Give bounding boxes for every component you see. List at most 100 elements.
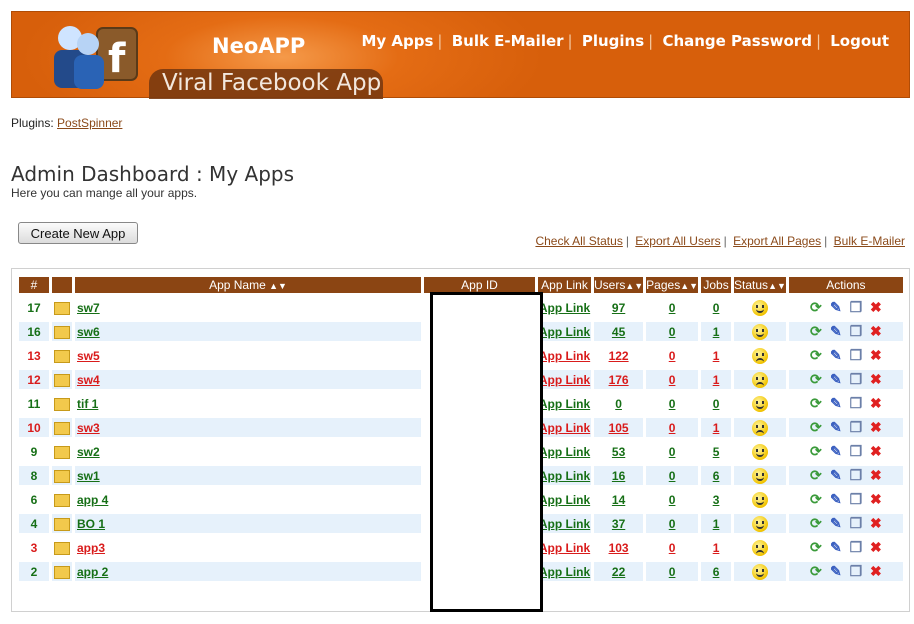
app-name-link[interactable]: sw3 (77, 421, 100, 435)
app-link[interactable]: App Link (539, 445, 590, 459)
plugin-postspinner-link[interactable]: PostSpinner (57, 116, 122, 130)
pages-count-link[interactable]: 0 (669, 469, 676, 483)
col-users[interactable]: Users▲▼ (594, 277, 644, 293)
folder-icon[interactable] (54, 301, 70, 315)
folder-icon[interactable] (54, 373, 70, 387)
users-count-link[interactable]: 16 (612, 469, 625, 483)
delete-icon[interactable]: ✖ (866, 323, 886, 340)
pages-count-link[interactable]: 0 (669, 541, 676, 555)
refresh-icon[interactable]: ⟳ (806, 539, 826, 556)
delete-icon[interactable]: ✖ (866, 395, 886, 412)
refresh-icon[interactable]: ⟳ (806, 299, 826, 316)
refresh-icon[interactable]: ⟳ (806, 419, 826, 436)
jobs-count-link[interactable]: 1 (713, 421, 720, 435)
pages-count-link[interactable]: 0 (669, 373, 676, 387)
users-count-link[interactable]: 122 (609, 349, 629, 363)
jobs-count-link[interactable]: 6 (713, 565, 720, 579)
app-link[interactable]: App Link (539, 397, 590, 411)
nav-plugins[interactable]: Plugins (582, 32, 644, 50)
app-name-link[interactable]: BO 1 (77, 517, 105, 531)
refresh-icon[interactable]: ⟳ (806, 443, 826, 460)
export-all-users-link[interactable]: Export All Users (635, 234, 720, 248)
jobs-count-link[interactable]: 0 (713, 397, 720, 411)
app-name-link[interactable]: app 2 (77, 565, 108, 579)
app-link[interactable]: App Link (539, 541, 590, 555)
app-link[interactable]: App Link (539, 301, 590, 315)
jobs-count-link[interactable]: 5 (713, 445, 720, 459)
col-app-name[interactable]: App Name ▲▼ (75, 277, 421, 293)
app-link[interactable]: App Link (539, 349, 590, 363)
edit-icon[interactable]: ✎ (826, 419, 846, 436)
pages-count-link[interactable]: 0 (669, 301, 676, 315)
delete-icon[interactable]: ✖ (866, 563, 886, 580)
copy-icon[interactable]: ❐ (846, 539, 866, 556)
copy-icon[interactable]: ❐ (846, 371, 866, 388)
refresh-icon[interactable]: ⟳ (806, 491, 826, 508)
delete-icon[interactable]: ✖ (866, 371, 886, 388)
users-count-link[interactable]: 37 (612, 517, 625, 531)
folder-icon[interactable] (54, 469, 70, 483)
nav-my-apps[interactable]: My Apps (361, 32, 433, 50)
copy-icon[interactable]: ❐ (846, 323, 866, 340)
jobs-count-link[interactable]: 1 (713, 541, 720, 555)
export-all-pages-link[interactable]: Export All Pages (733, 234, 821, 248)
delete-icon[interactable]: ✖ (866, 515, 886, 532)
jobs-count-link[interactable]: 1 (713, 517, 720, 531)
edit-icon[interactable]: ✎ (826, 347, 846, 364)
app-link[interactable]: App Link (539, 373, 590, 387)
refresh-icon[interactable]: ⟳ (806, 395, 826, 412)
delete-icon[interactable]: ✖ (866, 539, 886, 556)
pages-count-link[interactable]: 0 (669, 517, 676, 531)
delete-icon[interactable]: ✖ (866, 443, 886, 460)
folder-icon[interactable] (54, 397, 70, 411)
pages-count-link[interactable]: 0 (669, 565, 676, 579)
delete-icon[interactable]: ✖ (866, 299, 886, 316)
folder-icon[interactable] (54, 541, 70, 555)
users-count-link[interactable]: 53 (612, 445, 625, 459)
app-name-link[interactable]: sw4 (77, 373, 100, 387)
folder-icon[interactable] (54, 325, 70, 339)
nav-change-password[interactable]: Change Password (662, 32, 812, 50)
nav-logout[interactable]: Logout (830, 32, 889, 50)
copy-icon[interactable]: ❐ (846, 395, 866, 412)
pages-count-link[interactable]: 0 (669, 325, 676, 339)
app-name-link[interactable]: sw1 (77, 469, 100, 483)
refresh-icon[interactable]: ⟳ (806, 347, 826, 364)
app-link[interactable]: App Link (539, 469, 590, 483)
users-count-link[interactable]: 103 (609, 541, 629, 555)
copy-icon[interactable]: ❐ (846, 491, 866, 508)
folder-icon[interactable] (54, 493, 70, 507)
pages-count-link[interactable]: 0 (669, 421, 676, 435)
jobs-count-link[interactable]: 0 (713, 301, 720, 315)
edit-icon[interactable]: ✎ (826, 467, 846, 484)
users-count-link[interactable]: 176 (609, 373, 629, 387)
folder-icon[interactable] (54, 565, 70, 579)
app-name-link[interactable]: tif 1 (77, 397, 98, 411)
users-count-link[interactable]: 14 (612, 493, 625, 507)
copy-icon[interactable]: ❐ (846, 299, 866, 316)
edit-icon[interactable]: ✎ (826, 515, 846, 532)
edit-icon[interactable]: ✎ (826, 323, 846, 340)
jobs-count-link[interactable]: 1 (713, 325, 720, 339)
folder-icon[interactable] (54, 445, 70, 459)
folder-icon[interactable] (54, 349, 70, 363)
app-name-link[interactable]: sw7 (77, 301, 100, 315)
edit-icon[interactable]: ✎ (826, 491, 846, 508)
jobs-count-link[interactable]: 1 (713, 349, 720, 363)
bulk-emailer-link[interactable]: Bulk E-Mailer (834, 234, 905, 248)
copy-icon[interactable]: ❐ (846, 419, 866, 436)
app-link[interactable]: App Link (539, 493, 590, 507)
users-count-link[interactable]: 45 (612, 325, 625, 339)
pages-count-link[interactable]: 0 (669, 445, 676, 459)
jobs-count-link[interactable]: 6 (713, 469, 720, 483)
col-status[interactable]: Status▲▼ (734, 277, 786, 293)
edit-icon[interactable]: ✎ (826, 563, 846, 580)
app-name-link[interactable]: sw2 (77, 445, 100, 459)
delete-icon[interactable]: ✖ (866, 419, 886, 436)
app-link[interactable]: App Link (539, 517, 590, 531)
edit-icon[interactable]: ✎ (826, 395, 846, 412)
refresh-icon[interactable]: ⟳ (806, 467, 826, 484)
jobs-count-link[interactable]: 3 (713, 493, 720, 507)
users-count-link[interactable]: 0 (615, 397, 622, 411)
copy-icon[interactable]: ❐ (846, 515, 866, 532)
